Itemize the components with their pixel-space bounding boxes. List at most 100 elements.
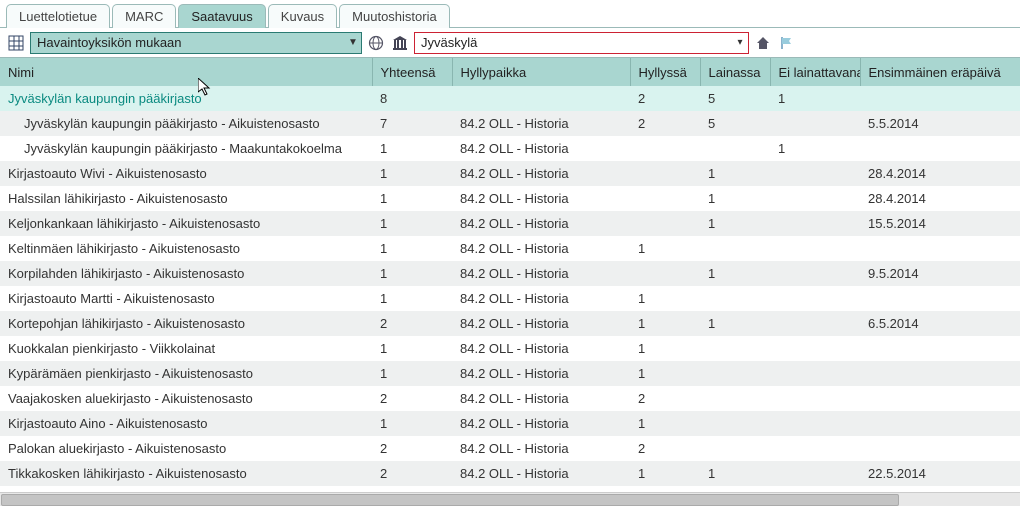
column-header[interactable]: Nimi <box>0 58 372 86</box>
cell: 8 <box>372 86 452 111</box>
cell: 9.5.2014 <box>860 261 1020 286</box>
cell <box>770 261 860 286</box>
cell: 1 <box>700 311 770 336</box>
availability-table: NimiYhteensäHyllypaikkaHyllyssäLainassaE… <box>0 58 1020 486</box>
cell: 2 <box>372 311 452 336</box>
cell: 2 <box>372 436 452 461</box>
cell <box>630 261 700 286</box>
column-header[interactable]: Hyllyssä <box>630 58 700 86</box>
cell <box>770 286 860 311</box>
cell <box>770 161 860 186</box>
table-row[interactable]: Tikkakosken lähikirjasto - Aikuistenosas… <box>0 461 1020 486</box>
cell: Kirjastoauto Aino - Aikuistenosasto <box>0 411 372 436</box>
cell <box>770 386 860 411</box>
cell <box>700 386 770 411</box>
table-row[interactable]: Jyväskylän kaupungin pääkirjasto - Maaku… <box>0 136 1020 161</box>
table-row[interactable]: Kortepohjan lähikirjasto - Aikuistenosas… <box>0 311 1020 336</box>
cell: 2 <box>630 111 700 136</box>
table-row[interactable]: Vaajakosken aluekirjasto - Aikuistenosas… <box>0 386 1020 411</box>
tab-saatavuus[interactable]: Saatavuus <box>178 4 265 28</box>
table-header-row: NimiYhteensäHyllypaikkaHyllyssäLainassaE… <box>0 58 1020 86</box>
cell <box>860 386 1020 411</box>
column-header[interactable]: Ensimmäinen eräpäivä <box>860 58 1020 86</box>
cell: 5 <box>700 111 770 136</box>
cell <box>700 411 770 436</box>
library-icon[interactable] <box>390 33 410 53</box>
grouping-dropdown[interactable]: Havaintoyksikön mukaan ▼ <box>30 32 362 54</box>
cell: 1 <box>700 261 770 286</box>
cell: 2 <box>630 386 700 411</box>
cell: Halssilan lähikirjasto - Aikuistenosasto <box>0 186 372 211</box>
table-row[interactable]: Korpilahden lähikirjasto - Aikuistenosas… <box>0 261 1020 286</box>
tab-muutoshistoria[interactable]: Muutoshistoria <box>339 4 450 28</box>
cell: 1 <box>700 186 770 211</box>
cell <box>860 336 1020 361</box>
cell <box>630 161 700 186</box>
cell: 6.5.2014 <box>860 311 1020 336</box>
cell: Jyväskylän kaupungin pääkirjasto <box>0 86 372 111</box>
cell <box>770 361 860 386</box>
cell: 84.2 OLL - Historia <box>452 236 630 261</box>
cell <box>860 361 1020 386</box>
cell <box>770 461 860 486</box>
column-header[interactable]: Hyllypaikka <box>452 58 630 86</box>
grid-icon[interactable] <box>6 33 26 53</box>
cell: 1 <box>700 461 770 486</box>
cell <box>700 336 770 361</box>
table-row[interactable]: Kirjastoauto Aino - Aikuistenosasto184.2… <box>0 411 1020 436</box>
column-header[interactable]: Lainassa <box>700 58 770 86</box>
cell <box>860 286 1020 311</box>
table-row[interactable]: Jyväskylän kaupungin pääkirjasto - Aikui… <box>0 111 1020 136</box>
column-header[interactable]: Yhteensä <box>372 58 452 86</box>
cell: 5 <box>700 86 770 111</box>
cell: 22.5.2014 <box>860 461 1020 486</box>
tab-kuvaus[interactable]: Kuvaus <box>268 4 337 28</box>
table-row[interactable]: Keljonkankaan lähikirjasto - Aikuistenos… <box>0 211 1020 236</box>
cell: Kypärämäen pienkirjasto - Aikuistenosast… <box>0 361 372 386</box>
location-dropdown[interactable]: Jyväskylä ▾ <box>414 32 749 54</box>
cell: 84.2 OLL - Historia <box>452 311 630 336</box>
cell: 84.2 OLL - Historia <box>452 161 630 186</box>
cell: 1 <box>700 161 770 186</box>
table-row[interactable]: Kirjastoauto Martti - Aikuistenosasto184… <box>0 286 1020 311</box>
cell: Tikkakosken lähikirjasto - Aikuistenosas… <box>0 461 372 486</box>
cell: 84.2 OLL - Historia <box>452 211 630 236</box>
tab-luettelotietue[interactable]: Luettelotietue <box>6 4 110 28</box>
cell: 84.2 OLL - Historia <box>452 186 630 211</box>
table-row[interactable]: Keltinmäen lähikirjasto - Aikuistenosast… <box>0 236 1020 261</box>
cell: 1 <box>630 311 700 336</box>
cell: 1 <box>372 211 452 236</box>
table-row[interactable]: Palokan aluekirjasto - Aikuistenosasto28… <box>0 436 1020 461</box>
flag-icon[interactable] <box>777 33 797 53</box>
cell: 84.2 OLL - Historia <box>452 286 630 311</box>
chevron-down-icon: ▼ <box>345 37 361 48</box>
table-row[interactable]: Halssilan lähikirjasto - Aikuistenosasto… <box>0 186 1020 211</box>
table-row[interactable]: Jyväskylän kaupungin pääkirjasto8251 <box>0 86 1020 111</box>
globe-icon[interactable] <box>366 33 386 53</box>
cell <box>860 136 1020 161</box>
cell: 5.5.2014 <box>860 111 1020 136</box>
cell <box>860 411 1020 436</box>
cell: Keljonkankaan lähikirjasto - Aikuistenos… <box>0 211 372 236</box>
cell: 1 <box>372 186 452 211</box>
cell <box>770 236 860 261</box>
home-icon[interactable] <box>753 33 773 53</box>
tab-marc[interactable]: MARC <box>112 4 176 28</box>
scrollbar-thumb[interactable] <box>1 494 899 506</box>
cell: 84.2 OLL - Historia <box>452 436 630 461</box>
cell: 1 <box>630 361 700 386</box>
cell <box>770 411 860 436</box>
column-header[interactable]: Ei lainattavana <box>770 58 860 86</box>
cell: Kirjastoauto Martti - Aikuistenosasto <box>0 286 372 311</box>
cell: 2 <box>630 86 700 111</box>
table-row[interactable]: Kirjastoauto Wivi - Aikuistenosasto184.2… <box>0 161 1020 186</box>
horizontal-scrollbar[interactable] <box>0 492 1020 506</box>
cell: 84.2 OLL - Historia <box>452 386 630 411</box>
cell: 84.2 OLL - Historia <box>452 461 630 486</box>
cell <box>700 136 770 161</box>
tab-bar: LuettelotietueMARCSaatavuusKuvausMuutosh… <box>0 0 1020 28</box>
table-row[interactable]: Kypärämäen pienkirjasto - Aikuistenosast… <box>0 361 1020 386</box>
cell <box>770 211 860 236</box>
cell: 84.2 OLL - Historia <box>452 111 630 136</box>
table-row[interactable]: Kuokkalan pienkirjasto - Viikkolainat184… <box>0 336 1020 361</box>
